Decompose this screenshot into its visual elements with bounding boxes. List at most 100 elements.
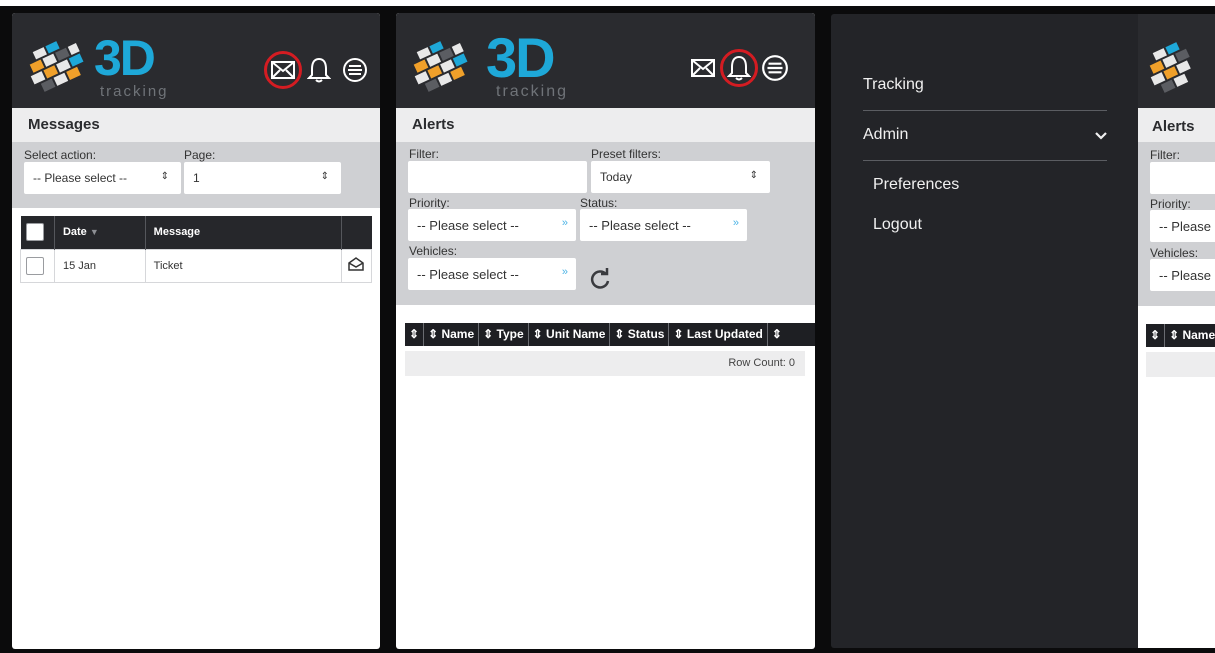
alerts-screen-partial: Alerts Filter: Priority: -- Please Vehic…: [1138, 14, 1215, 648]
vehicles-label: Vehicles:: [1150, 246, 1199, 260]
menu-item-logout[interactable]: Logout: [873, 216, 922, 234]
select-all-cell: [20, 216, 55, 249]
app-header: [1138, 14, 1215, 108]
mail-icon: [691, 59, 715, 77]
page-title: Alerts: [396, 108, 815, 142]
sort-icon[interactable]: ⇕: [768, 323, 786, 346]
last-updated-column-header[interactable]: ⇕ Last Updated: [669, 323, 768, 346]
updown-arrow-icon: ⇕: [749, 170, 758, 181]
alerts-table-header: ⇕ ⇕ Name ⇕ Type ⇕ Unit Name ⇕ Status ⇕ L…: [405, 323, 815, 346]
double-chevron-icon: »: [732, 217, 739, 229]
menu-item-tracking[interactable]: Tracking: [863, 76, 924, 94]
menu-item-preferences[interactable]: Preferences: [873, 176, 959, 194]
table-header-row: Date ▼ Message: [20, 216, 372, 249]
brand-name: 3D: [94, 30, 156, 86]
select-action-dropdown[interactable]: -- Please select -- ⇕: [24, 162, 181, 194]
filter-label: Filter:: [409, 147, 439, 161]
highlight-circle: [720, 49, 758, 87]
page-title: Messages: [12, 108, 380, 142]
status-dropdown[interactable]: -- Please select -- »: [580, 209, 747, 241]
select-action-label: Select action:: [24, 148, 97, 162]
preset-filters-label: Preset filters:: [591, 147, 662, 161]
alerts-table-header: ⇕ ⇕ Name: [1146, 324, 1215, 347]
row-select-cell: [20, 248, 55, 283]
select-action-value: -- Please select --: [33, 171, 128, 185]
alerts-button[interactable]: [720, 49, 758, 87]
menu-icon: [762, 55, 788, 81]
bell-icon: [307, 57, 331, 83]
row-count: Row Count: 0: [405, 351, 805, 376]
updown-arrow-icon: ⇕: [320, 171, 329, 182]
select-all-checkbox[interactable]: [25, 223, 44, 242]
message-column-header[interactable]: Message: [145, 216, 343, 249]
name-column-header[interactable]: ⇕ Name: [1165, 324, 1215, 347]
open-envelope-icon[interactable]: [348, 257, 364, 271]
alerts-button[interactable]: [304, 55, 334, 85]
menu-button[interactable]: [760, 53, 790, 83]
status-column-header[interactable]: ⇕ Status: [610, 323, 670, 346]
table-row[interactable]: 15 Jan Ticket: [20, 248, 372, 283]
row-count-bar: [1146, 352, 1215, 377]
messages-filter-bar: Select action: Page: -- Please select --…: [12, 142, 380, 208]
messages-table: Date ▼ Message 15 Jan Ticket: [20, 216, 372, 283]
updown-arrow-icon: ⇕: [160, 171, 169, 182]
sort-icon[interactable]: ⇕: [1146, 324, 1166, 347]
filter-label: Filter:: [1150, 148, 1180, 162]
side-menu-screen: Tracking Admin Preferences Logout Alerts…: [831, 14, 1215, 648]
chevron-down-icon[interactable]: [1094, 131, 1108, 141]
page-value: 1: [193, 171, 200, 185]
row-open-cell: [341, 248, 372, 283]
page-label: Page:: [184, 148, 216, 162]
sort-desc-icon: ▼: [89, 227, 99, 238]
row-message: Ticket: [144, 248, 343, 283]
type-column-header[interactable]: ⇕ Type: [479, 323, 529, 346]
menu-divider: [863, 110, 1107, 111]
mail-button[interactable]: [264, 51, 302, 89]
priority-label: Priority:: [409, 196, 450, 210]
menu-divider: [863, 160, 1107, 161]
status-value: -- Please select --: [589, 217, 691, 233]
messages-screen: 3D tracking Messages Select action: Page…: [12, 13, 380, 649]
vehicles-dropdown[interactable]: -- Please: [1150, 259, 1215, 291]
priority-dropdown[interactable]: -- Please select -- »: [408, 209, 576, 241]
sort-icon[interactable]: ⇕: [405, 323, 425, 346]
menu-icon: [343, 58, 367, 82]
alerts-screen: 3D tracking Alerts Filter: Preset filter…: [396, 13, 815, 649]
app-header: 3D tracking: [396, 13, 815, 108]
date-column-header[interactable]: Date ▼: [54, 216, 146, 249]
vehicles-dropdown[interactable]: -- Please select -- »: [408, 258, 576, 290]
highlight-circle: [264, 51, 302, 89]
row-date: 15 Jan: [53, 248, 146, 283]
page-dropdown[interactable]: 1 ⇕: [184, 162, 341, 194]
priority-value: -- Please select --: [417, 217, 519, 233]
globe-logo-icon: [413, 41, 468, 92]
filter-input[interactable]: [408, 161, 587, 193]
brand-tagline: tracking: [496, 83, 569, 100]
brand-name: 3D: [486, 26, 556, 89]
refresh-icon[interactable]: [587, 266, 613, 292]
mail-button[interactable]: [688, 53, 718, 83]
vehicles-label: Vehicles:: [409, 244, 458, 258]
priority-dropdown[interactable]: -- Please: [1150, 210, 1215, 242]
page-title: Alerts: [1138, 108, 1215, 142]
menu-button[interactable]: [340, 55, 370, 85]
row-checkbox[interactable]: [26, 256, 44, 275]
brand-tagline: tracking: [100, 83, 169, 100]
globe-logo-icon: [29, 41, 84, 92]
alerts-filter-bar: Filter: Preset filters: Today ⇕ Priority…: [396, 142, 815, 305]
priority-label: Priority:: [1150, 197, 1191, 211]
filter-input[interactable]: [1150, 162, 1215, 194]
alerts-filter-bar: Filter: Priority: -- Please Vehicles: --…: [1138, 142, 1215, 306]
double-chevron-icon: »: [561, 266, 568, 278]
action-column-header: [341, 216, 372, 249]
preset-filters-dropdown[interactable]: Today ⇕: [591, 161, 770, 193]
double-chevron-icon: »: [561, 217, 568, 229]
globe-logo-icon: [1149, 42, 1191, 93]
unit-name-column-header[interactable]: ⇕ Unit Name: [529, 323, 611, 346]
app-header: 3D tracking: [12, 13, 380, 108]
name-column-header[interactable]: ⇕ Name: [424, 323, 480, 346]
vehicles-value: -- Please select --: [417, 266, 519, 282]
menu-item-admin[interactable]: Admin: [863, 126, 908, 144]
preset-filters-value: Today: [600, 170, 633, 184]
status-label: Status:: [580, 196, 618, 210]
